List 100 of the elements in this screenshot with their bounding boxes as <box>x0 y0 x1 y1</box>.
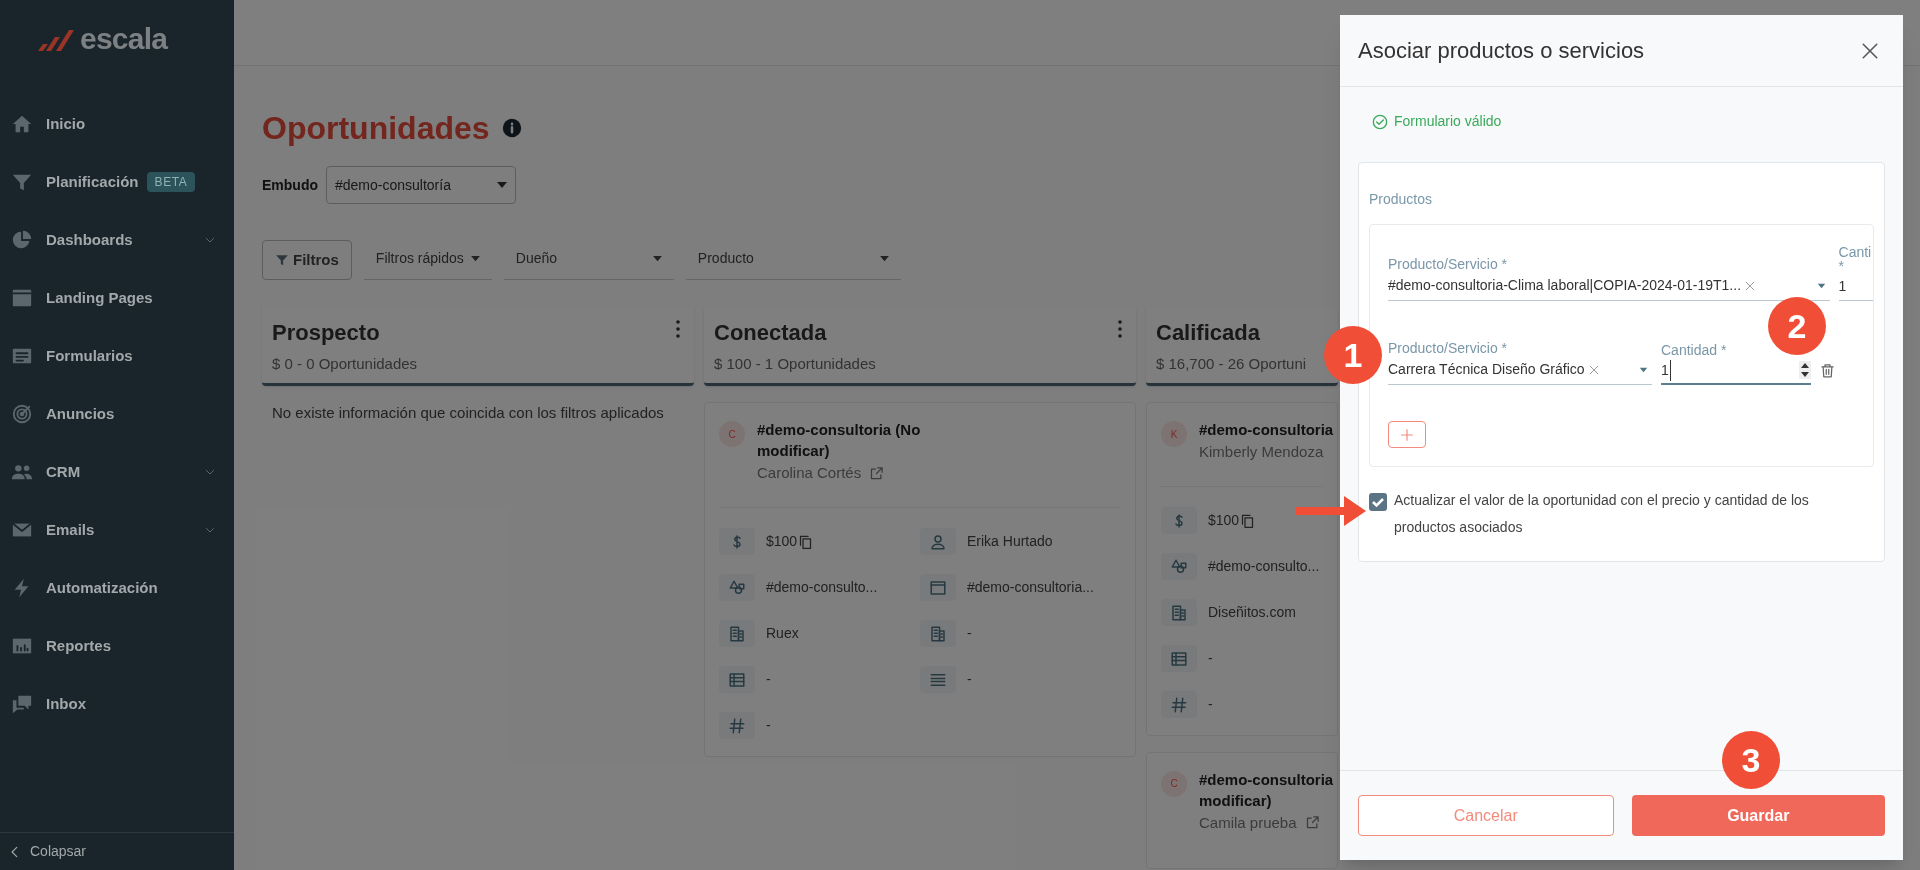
chat-bubbles-icon <box>11 693 33 715</box>
shapes-icon <box>1170 557 1188 576</box>
sidebar-item[interactable]: Emails <box>0 501 234 559</box>
target-icon <box>11 403 33 425</box>
info-icon <box>501 118 522 138</box>
browser-window-icon <box>929 578 947 597</box>
panel-title: Asociar productos o servicios <box>1358 37 1645 65</box>
page-title: Oportunidades <box>262 109 490 148</box>
sidebar-item[interactable]: Inicio <box>0 95 234 153</box>
column-summary: $ 0 - 0 Oportunidades <box>272 354 418 374</box>
field-value: Diseñitos.com <box>1208 603 1296 622</box>
filters-button[interactable]: Filtros <box>262 240 352 280</box>
field-value: $100 <box>1208 511 1240 530</box>
field-value: #demo-consulto... <box>1208 557 1320 576</box>
sidebar-item[interactable]: Automatización <box>0 559 234 617</box>
sidebar-item[interactable]: CRM <box>0 443 234 501</box>
clear-icon[interactable] <box>1745 280 1755 291</box>
quantity-input[interactable]: 1 <box>1661 357 1811 385</box>
arrow-icon <box>1296 496 1366 526</box>
opportunity-card[interactable]: K #demo-consultoria Kimberly Mendoza $100 #demo-consulto... Diseñitos.com - - <box>1146 402 1338 736</box>
copy-icon[interactable] <box>1240 512 1256 529</box>
sidebar-item[interactable]: Formularios <box>0 327 234 385</box>
shapes-icon <box>728 578 746 597</box>
trash-icon[interactable] <box>1820 362 1835 379</box>
check-circle-icon <box>1372 113 1388 130</box>
external-link-icon[interactable] <box>1304 815 1320 831</box>
sidebar-item[interactable]: Inbox <box>0 675 234 733</box>
contact-name: Camila prueba <box>1199 812 1297 833</box>
spinner-arrows-icon[interactable] <box>1799 361 1811 379</box>
funnel-label: Embudo <box>262 175 318 195</box>
filter-dropdown[interactable]: Producto <box>685 238 901 280</box>
contact-name: Kimberly Mendoza <box>1199 442 1324 462</box>
field-label: Cantidad * <box>1661 343 1727 357</box>
column-summary: $ 100 - 1 Oportunidades <box>714 354 876 374</box>
section-label: Productos <box>1369 190 1433 209</box>
sidebar-item[interactable]: Reportes <box>0 617 234 675</box>
caret-down-icon <box>652 255 662 262</box>
building-icon <box>929 624 947 643</box>
clear-icon[interactable] <box>1588 364 1599 375</box>
building-icon <box>1170 603 1188 622</box>
person-icon <box>929 532 947 551</box>
house-icon <box>11 113 33 135</box>
avatar: C <box>719 421 745 447</box>
field-label: Canti * <box>1838 245 1873 273</box>
sidebar-item[interactable]: Anuncios <box>0 385 234 443</box>
table-icon <box>728 670 746 689</box>
column-title: Calificada <box>1156 319 1260 347</box>
product-select[interactable]: Carrera Técnica Diseño Gráfico <box>1388 355 1652 385</box>
kebab-menu-icon[interactable] <box>676 320 680 338</box>
field-value: #demo-consultoria... <box>967 578 1094 597</box>
field-value: - <box>1208 695 1213 714</box>
table-icon <box>1170 649 1188 668</box>
sidebar-item[interactable]: Planificación BETA <box>0 153 234 211</box>
beta-badge: BETA <box>146 172 196 192</box>
field-value: $100 <box>766 532 798 551</box>
filter-dropdown[interactable]: Filtros rápidos <box>363 238 492 280</box>
checkbox[interactable] <box>1369 493 1387 511</box>
field-label: Producto/Servicio * <box>1388 341 1508 355</box>
external-link-icon[interactable] <box>869 465 885 481</box>
opportunity-card[interactable]: C #demo-consultoria modificar) Camila prueba <box>1146 751 1338 869</box>
avatar: C <box>1161 770 1187 797</box>
checkbox-label: Actualizar el valor de la oportunidad con el precio y cantidad de los productos asociados <box>1394 491 1810 537</box>
field-value: - <box>766 670 771 689</box>
column-title: Conectada <box>714 319 827 347</box>
sidebar-item[interactable]: Dashboards <box>0 211 234 269</box>
field-value: Ruex <box>766 624 799 643</box>
opportunity-card[interactable]: C #demo-consultoria (No modificar) Carolina Cortés $100 Erika Hurtado #demo-consulto... #demo-consultoria... Ruex - - - - <box>704 402 1136 757</box>
avatar: K <box>1161 421 1187 447</box>
logo-text: escala <box>80 20 168 57</box>
caret-down-icon <box>497 181 507 189</box>
card-title: #demo-consultoria modificar) <box>1199 769 1335 811</box>
funnel-icon <box>275 253 289 267</box>
validation-message: Formulario válido <box>1394 112 1502 131</box>
funnel-dropdown[interactable]: #demo-consultoría <box>326 166 516 204</box>
field-value: - <box>1208 649 1213 668</box>
column-title: Prospecto <box>272 319 380 347</box>
copy-icon[interactable] <box>798 533 814 550</box>
plus-icon <box>1400 427 1414 442</box>
field-value: - <box>967 670 972 689</box>
card-title: #demo-consultoria <box>1199 420 1335 440</box>
empty-message: No existe información que coincida con los filtros aplicados <box>271 403 665 423</box>
field-label: Producto/Servicio * <box>1388 257 1508 271</box>
filter-dropdown[interactable]: Dueño <box>503 238 674 280</box>
field-value: - <box>967 624 972 643</box>
contact-name: Carolina Cortés <box>757 463 862 483</box>
kebab-menu-icon[interactable] <box>1118 320 1122 338</box>
field-value: #demo-consulto... <box>766 578 878 597</box>
field-value: - <box>766 716 771 735</box>
field-value: Erika Hurtado <box>967 532 1053 551</box>
add-button[interactable] <box>1388 421 1426 448</box>
sidebar-item[interactable]: Landing Pages <box>0 269 234 327</box>
close-icon[interactable] <box>1861 41 1879 60</box>
quantity-input[interactable]: 1 <box>1838 273 1873 301</box>
caret-down-icon <box>879 255 889 262</box>
hash-icon <box>1170 695 1188 714</box>
pie-chart-icon <box>11 229 33 251</box>
caret-down-icon <box>1639 366 1648 373</box>
caret-down-icon <box>470 255 480 262</box>
hash-icon <box>728 716 746 735</box>
card-title: #demo-consultoria (No modificar) <box>757 420 922 461</box>
